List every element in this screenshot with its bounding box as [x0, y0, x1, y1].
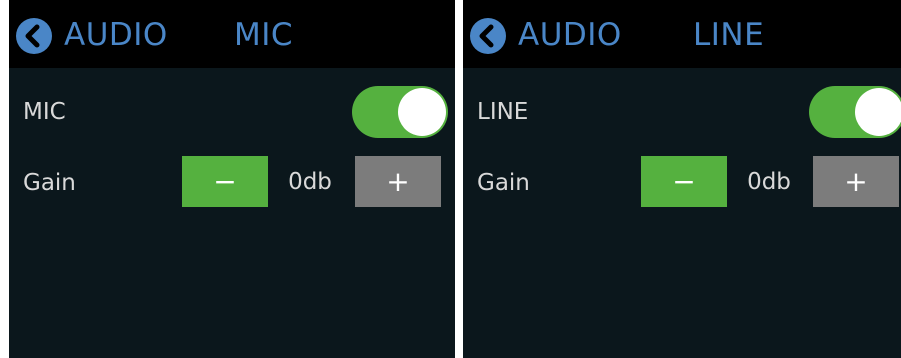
header-section-audio[interactable]: AUDIO: [518, 15, 622, 55]
back-button[interactable]: [16, 18, 52, 54]
page-title: MIC: [234, 17, 294, 53]
header-section-audio[interactable]: AUDIO: [64, 15, 168, 55]
gain-increase-button[interactable]: +: [813, 156, 899, 207]
gain-decrease-button[interactable]: −: [182, 156, 268, 207]
gain-value: 0db: [288, 169, 332, 195]
line-toggle-label: LINE: [477, 99, 529, 125]
back-button[interactable]: [470, 18, 506, 54]
header-bar: AUDIO MIC: [9, 0, 455, 68]
toggle-knob: [855, 88, 901, 136]
gain-label: Gain: [23, 170, 76, 196]
gain-increase-button[interactable]: +: [355, 156, 441, 207]
mic-audio-panel: AUDIO MIC MIC Gain − 0db +: [9, 0, 455, 358]
line-audio-panel: AUDIO LINE LINE Gain − 0db +: [463, 0, 901, 358]
toggle-knob: [398, 88, 446, 136]
chevron-left-circle-icon: [470, 18, 506, 54]
mic-toggle-switch[interactable]: [352, 86, 448, 138]
mic-toggle-label: MIC: [23, 99, 66, 125]
page-title: LINE: [693, 17, 765, 53]
chevron-left-circle-icon: [16, 18, 52, 54]
gain-value: 0db: [747, 169, 791, 195]
line-toggle-switch[interactable]: [809, 86, 901, 138]
gain-decrease-button[interactable]: −: [641, 156, 727, 207]
header-bar: AUDIO LINE: [463, 0, 901, 68]
gain-label: Gain: [477, 170, 530, 196]
